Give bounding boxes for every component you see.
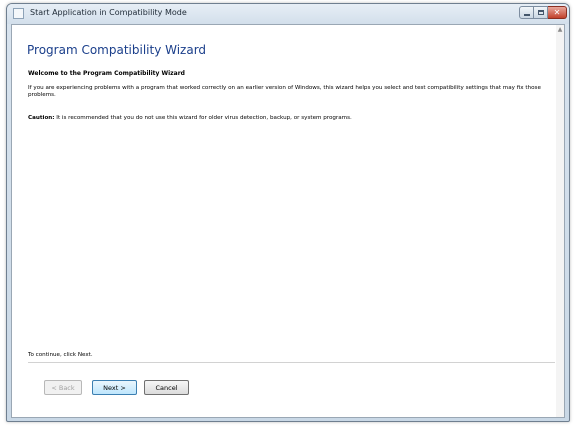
wizard-heading: Program Compatibility Wizard xyxy=(27,43,207,57)
wizard-window: Start Application in Compatibility Mode … xyxy=(6,3,570,422)
maximize-button[interactable] xyxy=(534,6,548,19)
close-button[interactable]: ✕ xyxy=(548,6,567,19)
vertical-scrollbar[interactable]: ▲ xyxy=(556,25,564,417)
next-button[interactable]: Next > xyxy=(92,380,137,395)
minimize-button[interactable] xyxy=(519,6,534,19)
window-title: Start Application in Compatibility Mode xyxy=(30,8,187,17)
continue-instruction: To continue, click Next. xyxy=(28,352,93,358)
close-icon: ✕ xyxy=(553,7,561,17)
title-bar[interactable]: Start Application in Compatibility Mode … xyxy=(7,4,569,24)
wizard-subheading: Welcome to the Program Compatibility Wiz… xyxy=(28,70,185,77)
footer-divider xyxy=(28,362,555,363)
scroll-up-icon[interactable]: ▲ xyxy=(557,27,563,33)
maximize-icon xyxy=(537,10,544,15)
caution-label: Caution: xyxy=(28,115,55,121)
back-button[interactable]: < Back xyxy=(44,380,82,395)
cancel-button[interactable]: Cancel xyxy=(144,380,189,395)
minimize-icon xyxy=(523,13,530,16)
caution-message: Caution: It is recommended that you do n… xyxy=(28,115,352,121)
application-icon[interactable] xyxy=(13,8,24,19)
caution-text: It is recommended that you do not use th… xyxy=(54,115,352,121)
wizard-description: If you are experiencing problems with a … xyxy=(28,85,541,98)
wizard-content: ▲ Program Compatibility Wizard Welcome t… xyxy=(11,24,565,418)
